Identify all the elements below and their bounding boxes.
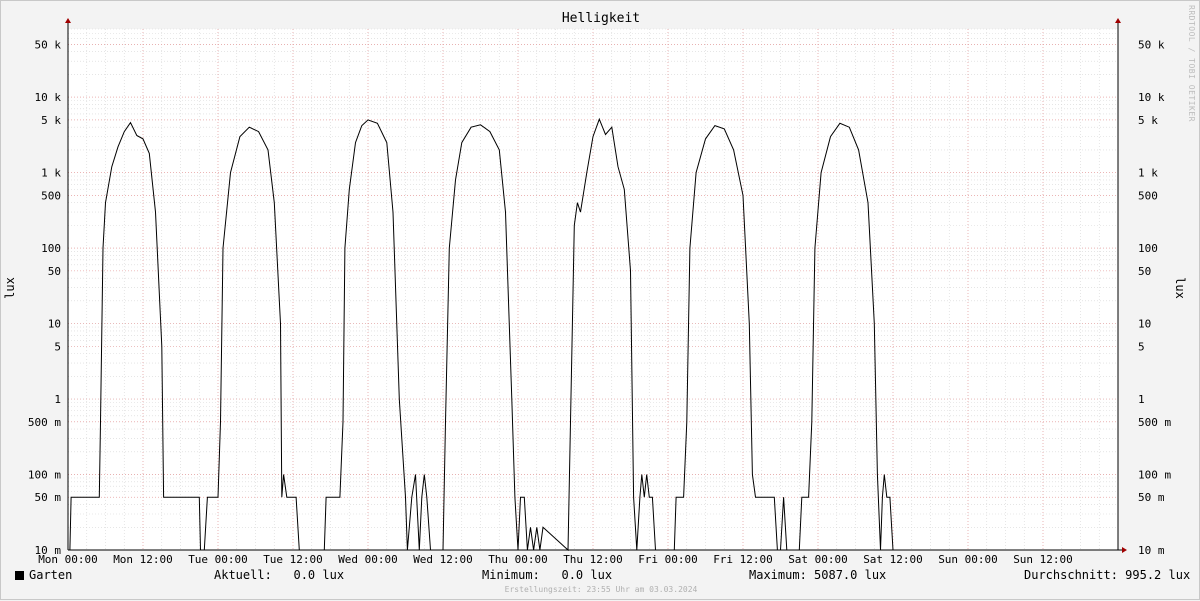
x-tick-label: Tue 12:00 (263, 553, 323, 566)
y-tick-label-left: 50 k (35, 38, 62, 51)
y-tick-label-right: 50 (1138, 265, 1151, 278)
y-tick-label-left: 100 (41, 242, 61, 255)
maximum-label: Maximum: (749, 568, 807, 582)
average-value: 995.2 lux (1125, 568, 1191, 582)
x-tick-label: Fri 12:00 (713, 553, 773, 566)
creation-time: Erstellungszeit: 23:55 Uhr am 03.03.2024 (504, 585, 698, 594)
y-tick-label-right: 500 (1138, 189, 1158, 202)
y-tick-label-right: 5 (1138, 340, 1145, 353)
legend-average: Durchschnitt: 995.2 lux (1024, 568, 1190, 582)
y-tick-label-left: 5 (54, 340, 61, 353)
x-tick-label: Sun 00:00 (938, 553, 998, 566)
x-tick-label: Sat 12:00 (863, 553, 923, 566)
y-tick-label-left: 1 k (41, 167, 61, 180)
maximum-value: 5087.0 lux (814, 568, 887, 582)
current-value: 0.0 lux (293, 568, 345, 582)
legend-maximum: Maximum: 5087.0 lux (749, 568, 886, 582)
y-axis-label-right: lux (1172, 277, 1187, 299)
x-tick-label: Wed 12:00 (413, 553, 473, 566)
y-tick-label-right: 100 (1138, 242, 1158, 255)
y-tick-label-right: 1 (1138, 393, 1145, 406)
x-axis-arrow (1122, 547, 1127, 553)
y-tick-label-left: 5 k (41, 114, 61, 127)
current-label: Aktuell: (214, 568, 272, 582)
y-tick-label-right: 500 m (1138, 416, 1171, 429)
x-tick-label: Thu 12:00 (563, 553, 623, 566)
y-tick-label-left: 500 (41, 189, 61, 202)
y-tick-label-left: 1 (54, 393, 61, 406)
average-label: Durchschnitt: (1024, 568, 1118, 582)
y-tick-label-left: 10 k (35, 91, 62, 104)
y-tick-label-right: 1 k (1138, 167, 1158, 180)
x-tick-label: Fri 00:00 (638, 553, 698, 566)
y-tick-label-right: 50 m (1138, 491, 1165, 504)
minimum-value: 0.0 lux (561, 568, 613, 582)
y-tick-label-left: 10 (48, 318, 61, 331)
brightness-chart: 10 m 10 m50 m 50 m100 m 100 m500 m 500 m1 15 5… (28, 18, 1171, 566)
y-tick-label-right: 10 (1138, 318, 1151, 331)
x-tick-label: Tue 00:00 (188, 553, 248, 566)
rrdtool-watermark: RRDTOOL / TOBI OETIKER (1187, 5, 1196, 122)
x-tick-label: Mon 12:00 (113, 553, 173, 566)
x-tick-label: Wed 00:00 (338, 553, 398, 566)
y-axis-label-left: lux (2, 277, 17, 299)
x-tick-label: Sat 00:00 (788, 553, 848, 566)
graph-panel: 10 m 10 m 50 m 50 m 100 m 100 m 500 m 500 m1155… (0, 0, 1200, 600)
y-tick-label-left: 500 m (28, 416, 61, 429)
legend-series: Garten (15, 568, 72, 582)
y-tick-label-right: 10 m (1138, 544, 1165, 557)
y-tick-label-left: 50 m (35, 491, 62, 504)
y-tick-label-left: 50 (48, 265, 61, 278)
y-tick-label-right: 100 m (1138, 469, 1171, 482)
x-tick-label: Thu 00:00 (488, 553, 548, 566)
legend-series-name: Garten (29, 568, 73, 582)
chart-title: Helligkeit (561, 11, 641, 26)
y-tick-label-right: 10 k (1138, 91, 1165, 104)
legend-minimum: Minimum: 0.0 lux (482, 568, 612, 582)
x-tick-label: Mon 00:00 (38, 553, 98, 566)
minimum-label: Minimum: (482, 568, 540, 582)
x-tick-label: Sun 12:00 (1013, 553, 1073, 566)
series-swatch (15, 571, 24, 580)
y-tick-label-right: 5 k (1138, 114, 1158, 127)
y-tick-label-right: 50 k (1138, 38, 1165, 51)
y-tick-label-left: 100 m (28, 469, 61, 482)
legend-current: Aktuell: 0.0 lux (214, 568, 344, 582)
